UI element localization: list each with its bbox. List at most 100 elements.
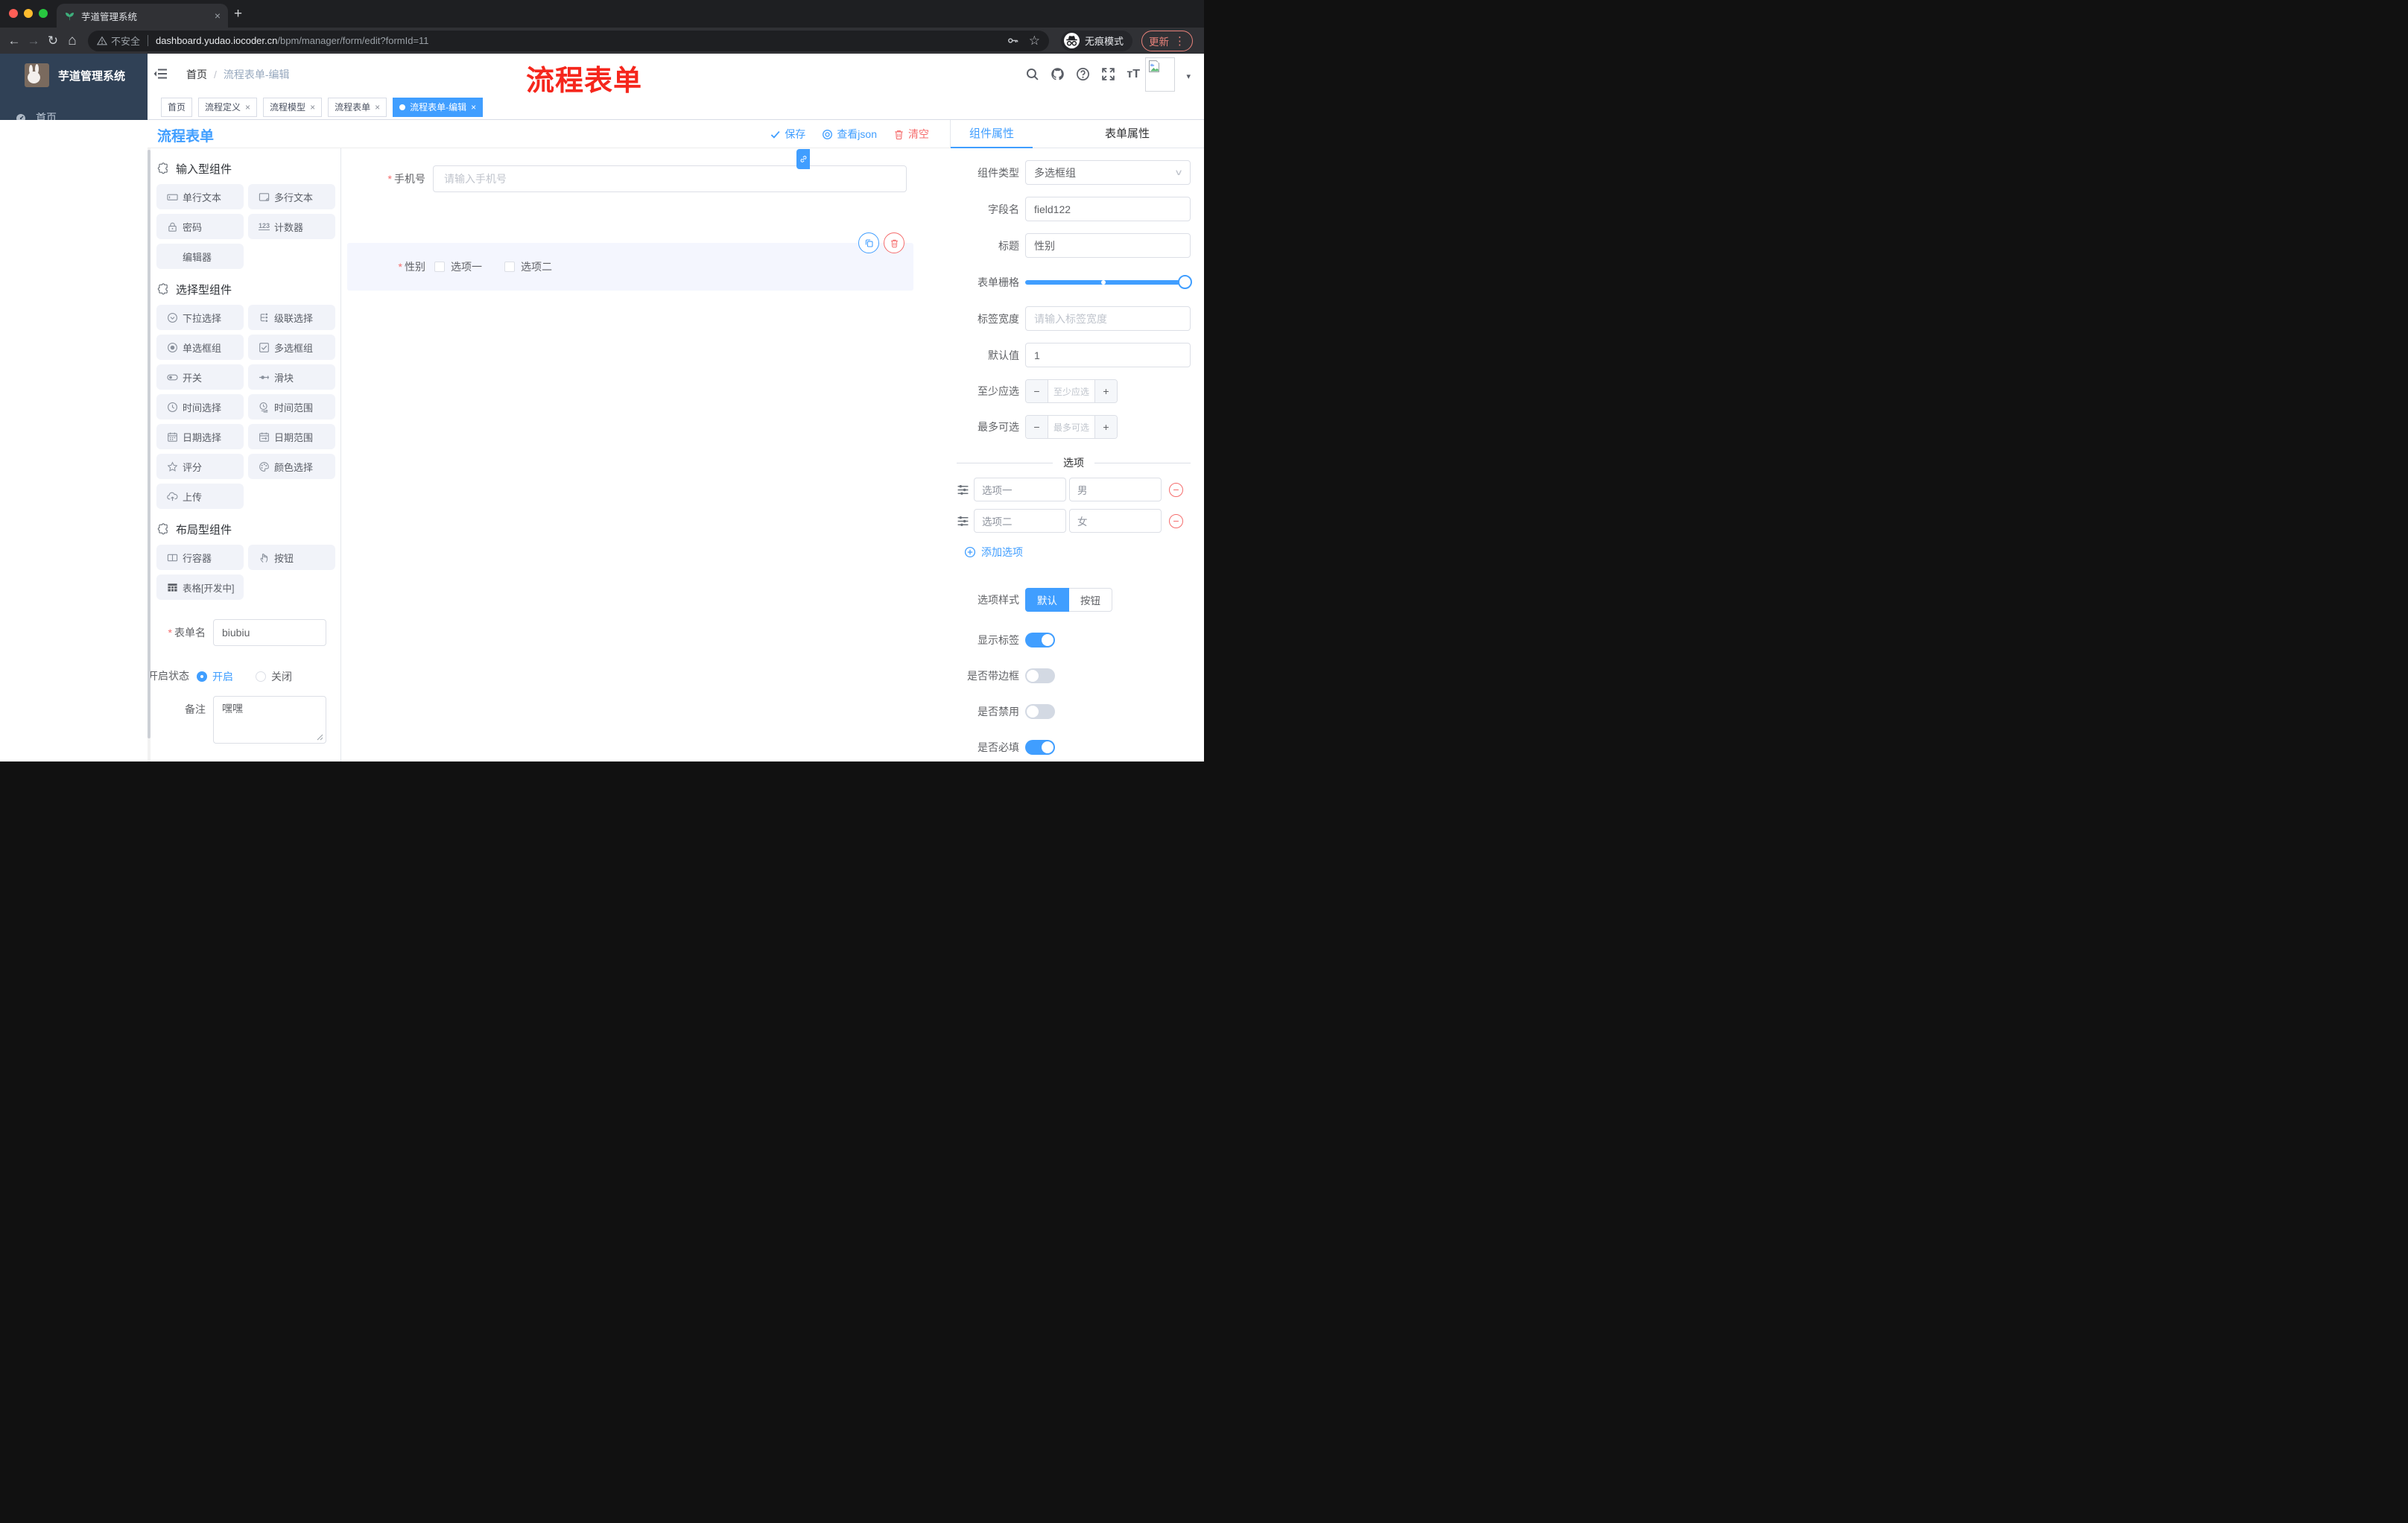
breadcrumb-home[interactable]: 首页 — [186, 67, 207, 82]
add-option-button[interactable]: 添加选项 — [964, 545, 1191, 560]
grid-slider[interactable] — [1025, 270, 1192, 294]
remark-textarea[interactable]: 嘿嘿 — [213, 696, 326, 744]
password-key-icon[interactable] — [1007, 35, 1018, 46]
palette-scrollbar[interactable] — [148, 148, 150, 762]
chip-switch[interactable]: 开关 — [156, 364, 244, 390]
remove-option-button[interactable]: − — [1169, 513, 1183, 528]
chip-color-picker[interactable]: 颜色选择 — [248, 454, 335, 479]
browser-update-button[interactable]: 更新 ⋮ — [1141, 30, 1194, 51]
phone-field-row[interactable]: * 手机号 请输入手机号 — [342, 165, 951, 192]
avatar[interactable] — [1145, 57, 1175, 92]
max-select-value[interactable]: 最多可选 — [1048, 416, 1094, 438]
chip-password[interactable]: 密码 — [156, 214, 244, 239]
font-size-icon[interactable]: ᴛT — [1127, 68, 1140, 80]
sidebar-logo[interactable]: 芋道管理系统 — [0, 54, 148, 97]
chip-date-picker[interactable]: 日期选择 — [156, 424, 244, 449]
avatar-caret-down-icon[interactable]: ▾ — [1186, 72, 1191, 81]
forward-icon[interactable]: → — [24, 34, 43, 48]
form-name-input[interactable] — [213, 619, 326, 646]
tag-home[interactable]: 首页 — [161, 97, 193, 117]
help-icon[interactable] — [1076, 67, 1090, 81]
tag-process-model[interactable]: 流程模型 × — [263, 97, 323, 117]
browser-menu-dots-icon[interactable]: ⋮ — [1174, 34, 1185, 48]
field-name-input[interactable] — [1025, 197, 1191, 221]
style-button-button[interactable]: 按钮 — [1069, 588, 1112, 612]
default-value-input[interactable] — [1025, 343, 1191, 367]
increment-button[interactable]: + — [1094, 380, 1117, 402]
zoom-window-button[interactable] — [39, 9, 48, 18]
bookmark-star-icon[interactable]: ☆ — [1029, 34, 1040, 48]
minimize-window-button[interactable] — [24, 9, 33, 18]
github-icon[interactable] — [1051, 67, 1065, 81]
option-1-label-input[interactable] — [974, 478, 1066, 501]
chip-rate[interactable]: 评分 — [156, 454, 244, 479]
option-1-value-input[interactable] — [1069, 478, 1162, 501]
view-json-button[interactable]: 查看json — [822, 127, 877, 142]
chip-table[interactable]: 表格[开发中] — [156, 574, 244, 600]
checkbox-icon[interactable] — [504, 262, 515, 272]
collapse-sidebar-icon[interactable] — [153, 66, 168, 81]
chip-radio-group[interactable]: 单选框组 — [156, 335, 244, 360]
increment-button[interactable]: + — [1094, 416, 1117, 438]
close-window-button[interactable] — [9, 9, 18, 18]
chip-counter[interactable]: 123 计数器 — [248, 214, 335, 239]
chip-date-range[interactable]: 日期范围 — [248, 424, 335, 449]
home-icon[interactable]: ⌂ — [63, 33, 82, 49]
chip-button[interactable]: 按钮 — [248, 545, 335, 570]
link-tab-button[interactable] — [796, 149, 810, 169]
back-icon[interactable]: ← — [4, 34, 24, 48]
close-icon[interactable]: × — [245, 102, 250, 113]
delete-component-button[interactable] — [884, 232, 904, 253]
status-radio-on[interactable]: 开启 — [197, 669, 233, 684]
close-icon[interactable]: × — [375, 102, 380, 113]
disabled-toggle[interactable] — [1025, 704, 1055, 719]
save-button[interactable]: 保存 — [770, 127, 805, 142]
min-select-value[interactable]: 至少应选 — [1048, 380, 1094, 402]
checkbox-icon[interactable] — [434, 262, 445, 272]
close-tab-icon[interactable]: × — [215, 10, 221, 21]
chip-editor[interactable]: 编辑器 — [156, 244, 244, 269]
decrement-button[interactable]: − — [1026, 380, 1048, 402]
required-toggle[interactable] — [1025, 740, 1055, 755]
chip-select[interactable]: 下拉选择 — [156, 305, 244, 330]
reload-icon[interactable]: ↻ — [43, 34, 63, 48]
close-icon[interactable]: × — [310, 102, 315, 113]
title-input[interactable] — [1025, 233, 1191, 258]
checkbox-option-2[interactable]: 选项二 — [504, 259, 552, 274]
chip-slider[interactable]: 滑块 — [248, 364, 335, 390]
search-icon[interactable] — [1025, 67, 1039, 81]
browser-tab[interactable]: 芋道管理系统 × — [57, 4, 228, 28]
chip-multi-line-text[interactable]: 多行文本 — [248, 184, 335, 209]
border-toggle[interactable] — [1025, 668, 1055, 683]
chip-time-picker[interactable]: 时间选择 — [156, 394, 244, 419]
selected-component-gender[interactable]: * 性别 选项一 选项二 — [347, 232, 913, 291]
tag-process-form[interactable]: 流程表单 × — [328, 97, 387, 117]
option-2-value-input[interactable] — [1069, 509, 1162, 533]
chip-upload[interactable]: 上传 — [156, 484, 244, 509]
close-icon[interactable]: × — [471, 102, 476, 113]
tab-component-props[interactable]: 组件属性 — [951, 120, 1033, 148]
chip-checkbox-group[interactable]: 多选框组 — [248, 335, 335, 360]
tab-form-props[interactable]: 表单属性 — [1086, 120, 1168, 148]
tag-process-form-edit[interactable]: 流程表单-编辑 × — [393, 97, 484, 117]
phone-input[interactable]: 请输入手机号 — [433, 165, 907, 192]
option-2-label-input[interactable] — [974, 509, 1066, 533]
clear-button[interactable]: 清空 — [893, 127, 929, 142]
status-radio-off[interactable]: 关闭 — [256, 669, 292, 684]
show-label-toggle[interactable] — [1025, 633, 1055, 647]
decrement-button[interactable]: − — [1026, 416, 1048, 438]
component-type-select[interactable]: 多选框组 ∨ — [1025, 160, 1191, 185]
checkbox-option-1[interactable]: 选项一 — [434, 259, 482, 274]
slider-track[interactable] — [1025, 280, 1191, 285]
style-default-button[interactable]: 默认 — [1025, 588, 1069, 612]
label-width-input[interactable] — [1025, 306, 1191, 331]
window-controls[interactable] — [9, 9, 48, 18]
tag-process-definition[interactable]: 流程定义 × — [198, 97, 258, 117]
resize-grip-icon[interactable] — [317, 734, 323, 741]
slider-handle[interactable] — [1178, 275, 1192, 289]
new-tab-button[interactable]: + — [234, 6, 242, 22]
fullscreen-icon[interactable] — [1101, 67, 1115, 81]
drag-handle-icon[interactable] — [957, 515, 969, 528]
address-bar[interactable]: 不安全 dashboard.yudao.iocoder.cn/bpm/manag… — [88, 30, 1049, 51]
chip-row-container[interactable]: 行容器 — [156, 545, 244, 570]
